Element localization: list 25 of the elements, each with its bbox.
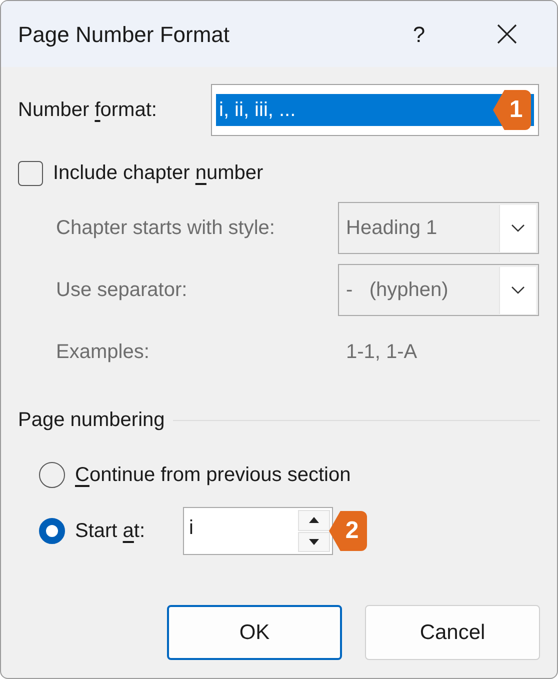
group-title: Page numbering <box>18 408 165 433</box>
help-button[interactable]: ? <box>394 9 444 59</box>
option-label: Use separator: <box>56 278 188 303</box>
radio-label: Start at: <box>75 519 146 544</box>
checkbox-label: Include chapter number <box>53 161 264 186</box>
callout-badge: 1 <box>493 90 531 130</box>
examples-value: 1-1, 1-A <box>345 340 418 365</box>
checkbox[interactable] <box>18 160 43 186</box>
callout-badge: 2 <box>329 511 367 551</box>
cancel-button[interactable]: Cancel <box>365 605 540 660</box>
chevron-down-icon <box>511 224 525 232</box>
radio-label: Continue from previous section <box>75 463 351 488</box>
down-arrow-icon <box>309 538 319 545</box>
chevron-down-icon <box>511 286 525 294</box>
up-arrow-icon <box>309 517 319 524</box>
option-label: Examples: <box>56 340 150 365</box>
option-label: Chapter starts with style: <box>56 216 276 241</box>
start-at-spinner[interactable]: i <box>183 507 333 555</box>
number-format-label: Number format: <box>18 98 158 123</box>
radio-button[interactable] <box>39 518 65 544</box>
close-icon <box>497 24 517 44</box>
number-format-field[interactable]: i, ii, iii, ... 1 <box>211 84 539 136</box>
window-title: Page Number Format <box>18 20 231 49</box>
ok-button[interactable]: OK <box>167 605 342 660</box>
radio-button[interactable] <box>39 462 65 488</box>
